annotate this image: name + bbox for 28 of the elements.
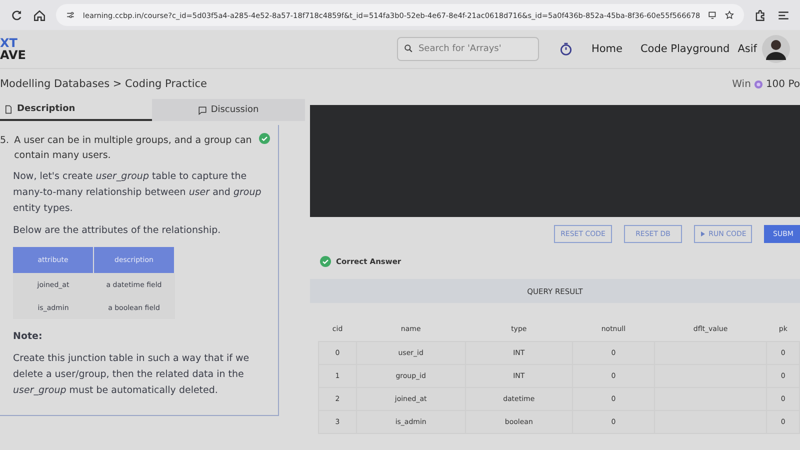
breadcrumb: Modelling Databases > Coding Practice [0,78,207,90]
star-icon[interactable] [725,9,734,21]
tab[interactable]: Discussion [152,99,305,121]
puzzle-icon[interactable] [754,8,767,22]
home-icon[interactable] [33,8,46,22]
avatar-icon[interactable] [762,35,790,63]
logo-text: XT [0,37,18,49]
stopwatch-icon[interactable] [559,42,574,56]
user-name: Asif [738,43,757,55]
paragraph: Create this junction table in such a way that if we delete a user/group, then the related data in the user_group must be automatically deleted. [13,352,250,398]
reload-icon[interactable] [10,8,23,22]
note-heading: Note: [13,330,44,344]
chat-icon [198,106,207,114]
document-icon [4,104,13,114]
site-settings-icon[interactable] [66,9,75,21]
paragraph: Now, let's create user_group table to capture the many-to-many relationship between user and group entity types. [13,170,262,216]
nav-link[interactable]: Code Playground [640,43,730,55]
paragraph: Below are the attributes of the relationship. [13,224,222,238]
reward-label: Win [732,78,751,90]
search-field[interactable]: Search for 'Arrays' [397,37,540,61]
nav-link[interactable]: Home [591,43,622,55]
coin-icon [754,80,763,88]
logo-text: AVE [0,49,26,61]
question-text: A user can be in multiple groups, and a group can contain many users. [14,134,253,163]
menu-icon[interactable] [777,8,790,22]
question-number: 5. [0,134,10,148]
play-icon [700,231,706,237]
reward-points: 100 Po [766,78,800,90]
